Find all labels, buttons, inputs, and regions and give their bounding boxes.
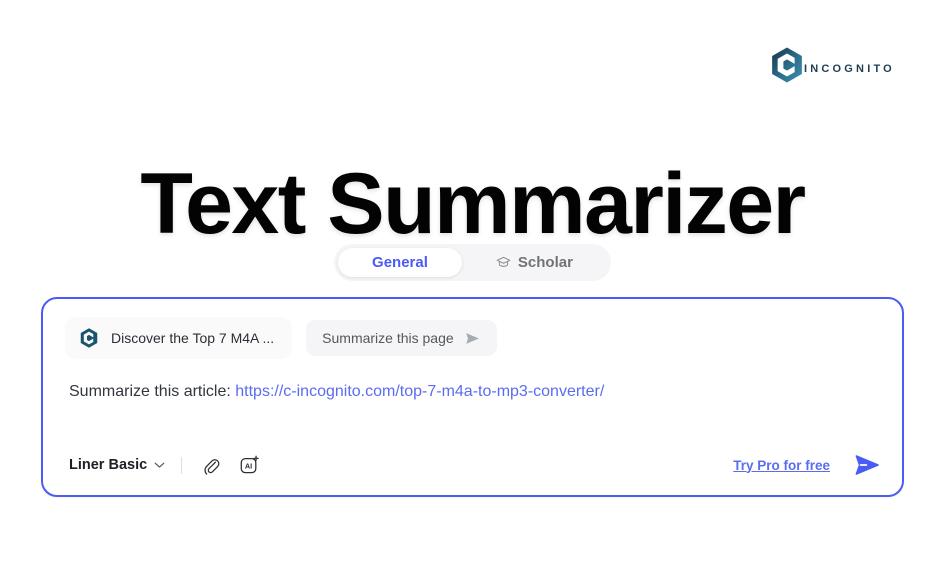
tab-bar: General Scholar (0, 244, 945, 281)
prompt-prefix: Summarize this article: (69, 383, 236, 400)
model-selector[interactable]: Liner Basic (69, 457, 165, 473)
composer-toolbar: Liner Basic AI Try Pro for free (43, 435, 902, 495)
tab-switcher: General Scholar (334, 244, 611, 281)
tab-scholar[interactable]: Scholar (462, 248, 607, 277)
composer-card: Discover the Top 7 M4A ... Summarize thi… (41, 297, 904, 497)
brand-wordmark: INCOGNITO (804, 63, 895, 75)
tab-general-label: General (372, 254, 428, 271)
paperclip-icon (204, 458, 220, 475)
ai-assist-button[interactable]: AI (235, 451, 263, 479)
source-page-chip-label: Discover the Top 7 M4A ... (111, 330, 275, 346)
prompt-url-link[interactable]: https://c-incognito.com/top-7-m4a-to-mp3… (235, 383, 604, 400)
brand-logo: INCOGNITO (769, 46, 895, 84)
model-selector-label: Liner Basic (69, 457, 148, 473)
summarize-this-page-label: Summarize this page (322, 330, 454, 346)
toolbar-divider (181, 456, 183, 474)
try-pro-link[interactable]: Try Pro for free (733, 458, 830, 473)
graduation-cap-icon (496, 256, 511, 267)
tab-scholar-label: Scholar (517, 254, 573, 271)
send-arrow-icon (465, 332, 479, 344)
prompt-text-line[interactable]: Summarize this article: https://c-incogn… (43, 359, 902, 403)
source-page-chip[interactable]: Discover the Top 7 M4A ... (65, 317, 293, 359)
chevron-down-icon (154, 462, 165, 468)
composer-chips-row: Discover the Top 7 M4A ... Summarize thi… (43, 299, 902, 359)
ai-sparkle-icon: AI (240, 455, 259, 473)
summarize-this-page-button[interactable]: Summarize this page (306, 320, 497, 356)
incognito-c-favicon-icon (80, 328, 98, 348)
page-title: Text Summarizer (140, 155, 806, 252)
send-button[interactable] (852, 450, 882, 480)
svg-text:AI: AI (245, 461, 252, 470)
send-arrow-filled-icon (855, 455, 879, 475)
attach-file-button[interactable] (197, 451, 225, 479)
incognito-hexagon-c-logo-icon (772, 47, 802, 83)
tab-general[interactable]: General (338, 248, 462, 277)
